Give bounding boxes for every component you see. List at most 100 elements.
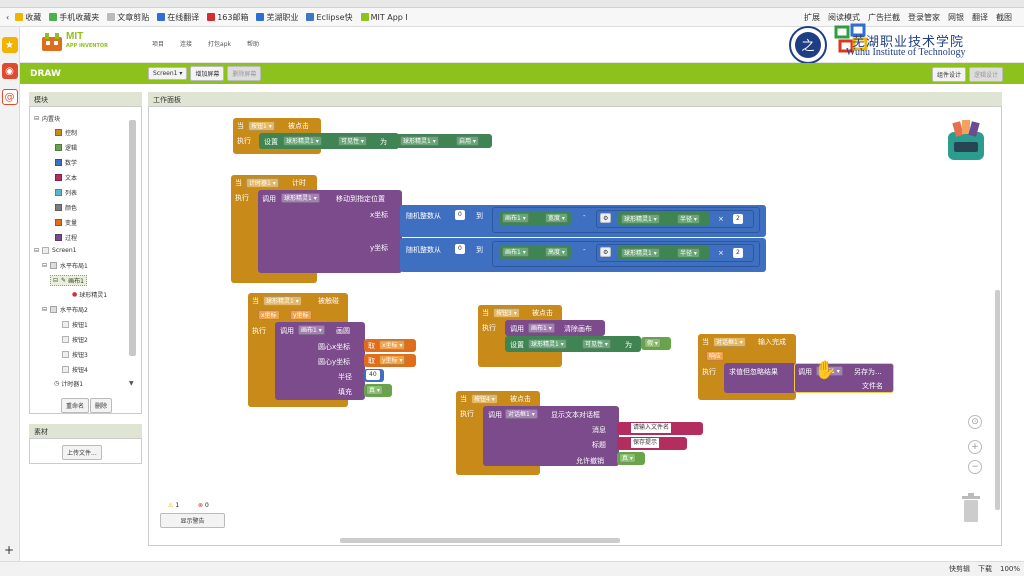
number-input[interactable]: 0 <box>455 244 465 254</box>
property-dropdown[interactable]: 宽度 ▾ <box>545 213 568 223</box>
tree-component[interactable]: ⊟ 水平布局2 <box>42 305 88 314</box>
component-dropdown[interactable]: 按钮4 ▾ <box>471 394 498 404</box>
extensions-button[interactable]: 扩展 <box>804 12 820 23</box>
canvas-dropdown[interactable]: 画布1 ▾ <box>502 213 529 223</box>
back-icon[interactable]: ‹ <box>6 13 9 22</box>
canvas-dropdown[interactable]: 画布1 ▾ <box>528 323 555 333</box>
tree-builtin-lists[interactable]: 列表 <box>55 188 77 197</box>
mail-icon[interactable]: @ <box>1 89 18 105</box>
bookmark-item[interactable]: 163邮箱 <box>207 12 248 23</box>
target-dropdown[interactable]: 球形精灵1 ▾ <box>528 339 567 349</box>
bookmark-item[interactable]: 在线翻译 <box>157 12 199 23</box>
trash-icon[interactable] <box>960 492 982 524</box>
dialog-dropdown[interactable]: 对话框1 ▾ <box>505 409 538 419</box>
collapse-icon[interactable]: ⊟ <box>53 277 58 284</box>
tree-component[interactable]: ⊟ 水平布局1 <box>42 261 88 270</box>
tree-scrollbar[interactable] <box>129 120 136 356</box>
menu-help[interactable]: 帮助 <box>247 39 259 48</box>
gear-icon[interactable]: ⚙ <box>600 247 612 257</box>
blocks-button[interactable]: 逻辑设计 <box>968 67 1003 82</box>
menu-connect[interactable]: 连接 <box>180 39 192 48</box>
value-prop-dropdown[interactable]: 启用 ▾ <box>456 136 479 146</box>
component-dropdown[interactable]: 对话框1 ▾ <box>713 337 746 347</box>
tree-builtin-math[interactable]: 数学 <box>55 158 77 167</box>
component-dropdown[interactable]: 计时器1 ▾ <box>246 178 279 188</box>
bookmark-item[interactable]: 收藏 <box>15 12 41 23</box>
adblock-button[interactable]: 广告拦截 <box>868 12 900 23</box>
bookmark-item[interactable]: 手机收藏夹 <box>49 12 99 23</box>
tree-builtin-colors[interactable]: 颜色 <box>55 203 77 212</box>
collapse-icon[interactable]: ⊟ <box>34 115 39 122</box>
param-y[interactable]: y坐标 <box>290 310 312 320</box>
zoom-level[interactable]: 100% <box>1000 565 1020 573</box>
workspace-hscroll[interactable] <box>340 538 620 543</box>
boolean-dropdown[interactable]: 真 ▾ <box>366 385 383 395</box>
setter-block[interactable] <box>259 133 399 149</box>
menu-project[interactable]: 项目 <box>152 39 164 48</box>
quick-clip-button[interactable]: 快剪辑 <box>949 564 970 574</box>
text-input[interactable]: 请输入文件名 <box>631 423 672 433</box>
var-dropdown[interactable]: y坐标 ▾ <box>379 355 406 365</box>
upload-button[interactable]: 上传文件... <box>62 445 102 460</box>
collapse-icon[interactable]: ⊟ <box>42 262 47 269</box>
value-comp-dropdown[interactable]: 球形精灵1 ▾ <box>400 136 439 146</box>
weibo-icon[interactable]: ◉ <box>1 63 18 79</box>
canvas-dropdown[interactable]: 画布1 ▾ <box>502 247 529 257</box>
tree-builtin-logic[interactable]: 逻辑 <box>55 143 77 152</box>
sprite-dropdown[interactable]: 球形精灵1 ▾ <box>621 214 660 224</box>
number-input[interactable]: 0 <box>455 210 465 220</box>
tree-screen[interactable]: ⊟ Screen1 <box>34 247 76 254</box>
bookmark-item[interactable]: 芜湖职业 <box>256 12 298 23</box>
tree-builtin-procedures[interactable]: 过程 <box>55 233 77 242</box>
designer-button[interactable]: 组件设计 <box>931 67 966 82</box>
tree-component[interactable]: ◷ 计时器1 <box>54 379 83 388</box>
property-dropdown[interactable]: 高度 ▾ <box>545 247 568 257</box>
tree-component[interactable]: 按钮1 <box>62 320 88 329</box>
tree-builtin-control[interactable]: 控制 <box>55 128 77 137</box>
sprite-dropdown[interactable]: 球形精灵1 ▾ <box>621 248 660 258</box>
zoom-in-icon[interactable]: + <box>968 440 982 454</box>
number-input[interactable]: 40 <box>366 370 380 380</box>
rename-button[interactable]: 重命名 <box>61 398 90 413</box>
scroll-down-icon[interactable]: ▼ <box>129 380 134 387</box>
setter-block[interactable] <box>505 336 641 352</box>
collapse-icon[interactable]: ⊟ <box>34 247 39 254</box>
param-response[interactable]: 响应 <box>706 351 725 361</box>
reading-mode-button[interactable]: 阅读模式 <box>828 12 860 23</box>
component-dropdown[interactable]: 球形精灵1 ▾ <box>263 296 302 306</box>
bank-button[interactable]: 网银 <box>948 12 964 23</box>
remove-screen-button[interactable]: 删除屏幕 <box>227 66 262 81</box>
show-warnings-button[interactable]: 显示警告 <box>160 513 225 528</box>
boolean-dropdown[interactable]: 假 ▾ <box>644 338 661 348</box>
tree-component[interactable]: 按钮2 <box>62 335 88 344</box>
bookmark-item[interactable]: 文章剪贴 <box>107 12 149 23</box>
tree-builtin[interactable]: ⊟ 内置块 <box>34 114 60 123</box>
gear-icon[interactable]: ⚙ <box>600 213 612 223</box>
screenshot-button[interactable]: 截图 <box>996 12 1012 23</box>
target-dropdown[interactable]: 球形精灵1 ▾ <box>283 136 322 146</box>
canvas-dropdown[interactable]: 画布1 ▾ <box>298 325 325 335</box>
tree-component[interactable]: 按钮4 <box>62 365 88 374</box>
var-dropdown[interactable]: x坐标 ▾ <box>379 340 406 350</box>
download-button[interactable]: 下载 <box>978 564 992 574</box>
tree-builtin-variables[interactable]: 变量 <box>55 218 77 227</box>
property-dropdown[interactable]: 半径 ▾ <box>677 248 700 258</box>
component-dropdown[interactable]: 按钮3 ▾ <box>493 308 520 318</box>
property-dropdown[interactable]: 半径 ▾ <box>677 214 700 224</box>
tree-component[interactable]: 按钮3 <box>62 350 88 359</box>
app-inventor-logo[interactable]: MIT APP INVENTOR <box>40 31 112 57</box>
tree-component[interactable]: ● 球形精灵1 <box>72 290 107 299</box>
workspace-vscroll[interactable] <box>995 290 1000 510</box>
property-dropdown[interactable]: 可见性 ▾ <box>582 339 611 349</box>
url-bar[interactable] <box>0 0 1024 8</box>
component-dropdown[interactable]: 按钮1 ▾ <box>248 121 275 131</box>
zoom-out-icon[interactable]: − <box>968 460 982 474</box>
number-input[interactable]: 2 <box>733 214 743 224</box>
delete-button[interactable]: 删除 <box>90 398 113 413</box>
boolean-dropdown[interactable]: 真 ▾ <box>619 453 636 463</box>
add-icon[interactable]: + <box>4 543 14 557</box>
param-x[interactable]: x坐标 <box>258 310 280 320</box>
recenter-icon[interactable]: ⊙ <box>968 415 982 429</box>
login-manager-button[interactable]: 登录管家 <box>908 12 940 23</box>
add-screen-button[interactable]: 增加屏幕 <box>190 66 225 81</box>
